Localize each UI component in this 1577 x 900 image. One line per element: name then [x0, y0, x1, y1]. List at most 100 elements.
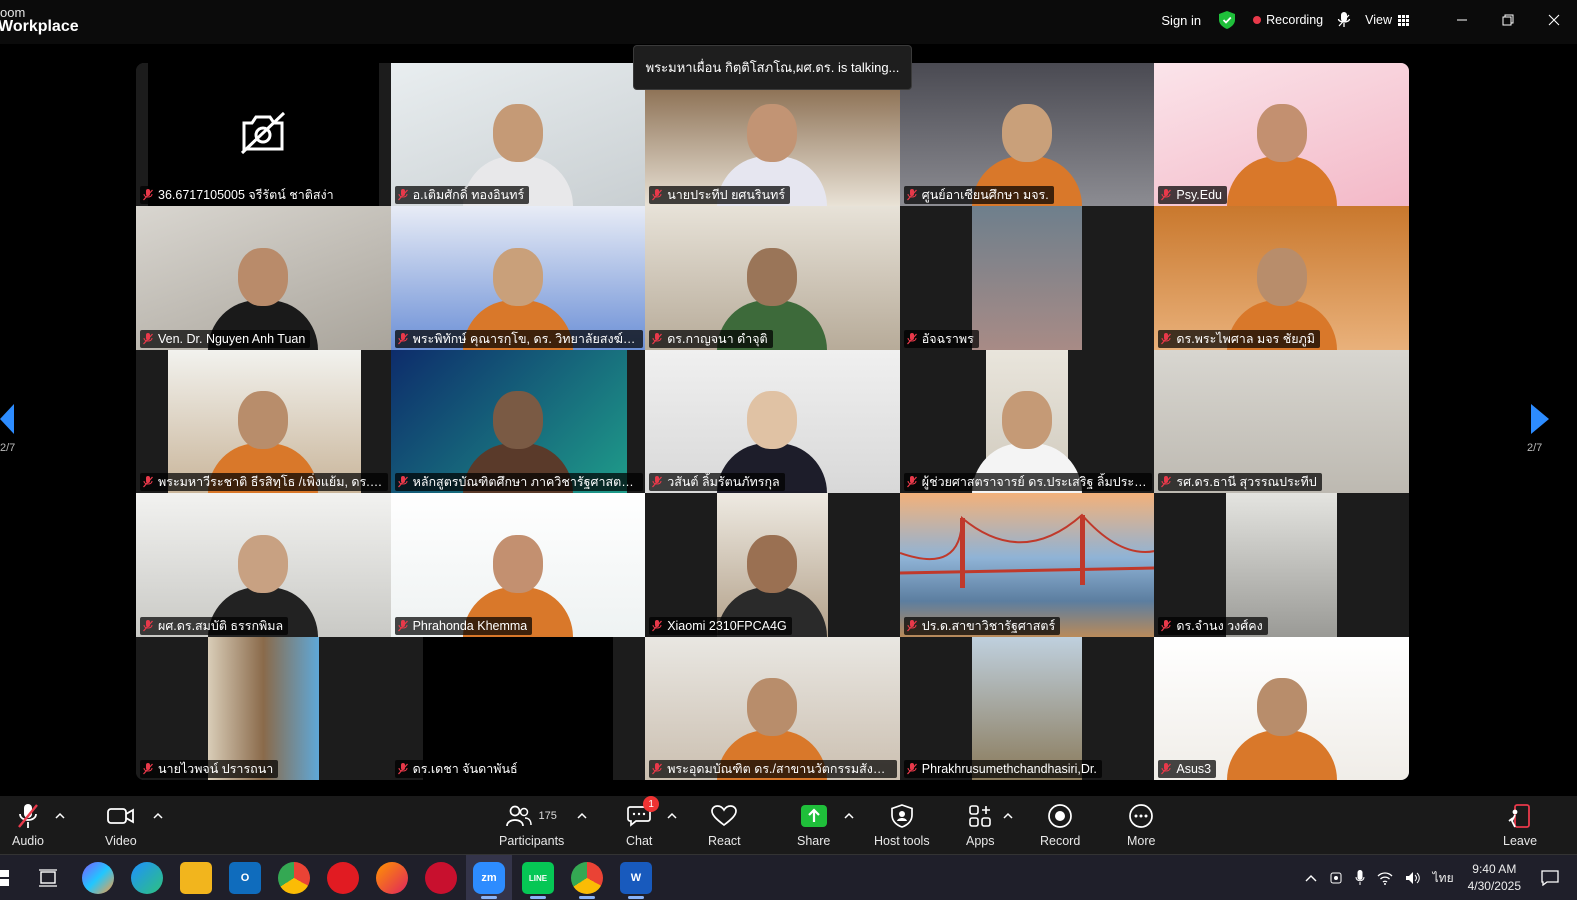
heart-icon: [711, 805, 738, 827]
minimize-icon: [1457, 19, 1467, 21]
participant-tile[interactable]: ผู้ช่วยศาสตราจารย์ ดร.ประเสริฐ ลิ้มประเส…: [899, 349, 1155, 494]
muted-mic-icon: [1161, 762, 1172, 775]
video-button[interactable]: Video: [105, 802, 137, 848]
audio-options-chevron-icon[interactable]: [55, 812, 65, 820]
participant-tile[interactable]: พระพิทักษ์ คุณารกฺโข, ดร. วิทยาลัยสงฆ์ลำ…: [390, 206, 646, 350]
participant-tile[interactable]: ดร.พระไพศาล มจร ชัยภูมิ: [1154, 206, 1409, 350]
apps-options-chevron-icon[interactable]: [1003, 812, 1013, 820]
participant-tile[interactable]: ผศ.ดร.สมบัติ ธรรกพิมล: [136, 493, 391, 637]
input-language[interactable]: ไทย: [1433, 869, 1454, 888]
taskbar-clock[interactable]: 9:40 AM 4/30/2025: [1468, 861, 1521, 895]
copilot-app-icon[interactable]: [82, 862, 114, 894]
minimize-button[interactable]: [1439, 0, 1485, 40]
participant-tile[interactable]: Phrahonda Khemma: [390, 493, 646, 637]
participant-tile[interactable]: วสันต์ ลิ้มรัตนภัทรกุล: [645, 349, 900, 494]
next-page-button[interactable]: 2/7: [1527, 404, 1557, 464]
zoom-taskbar-icon[interactable]: zm: [473, 862, 505, 899]
host-tools-button[interactable]: Host tools: [874, 802, 930, 848]
close-window-button[interactable]: [1531, 0, 1577, 40]
previous-page-button[interactable]: 2/7: [0, 404, 30, 464]
chrome-profile-icon[interactable]: [571, 862, 603, 899]
host-tools-label: Host tools: [874, 834, 930, 848]
sign-in-link[interactable]: Sign in: [1161, 13, 1201, 28]
participant-name: พระมหาวีระชาติ ธีรสิทฺโธ /เพิ่งแย้ม, ดร.…: [158, 475, 383, 490]
more-dots-icon: [1129, 804, 1154, 828]
share-options-chevron-icon[interactable]: [844, 812, 854, 820]
muted-mic-icon: [1161, 476, 1172, 488]
record-button[interactable]: Record: [1040, 802, 1080, 848]
file-explorer-icon[interactable]: [180, 862, 212, 894]
participant-tile[interactable]: พระอุดมบัณฑิต ดร./สาขานวัตกรรมสังคมและ..…: [645, 636, 900, 780]
bridge-background-image: [899, 513, 1155, 589]
participant-tile[interactable]: Psy.Edu: [1154, 63, 1409, 207]
participant-name-label: วสันต์ ลิ้มรัตนภัทรกุล: [649, 473, 785, 492]
participant-tile[interactable]: Ven. Dr. Nguyen Anh Tuan: [136, 206, 391, 350]
network-icon[interactable]: [1377, 871, 1393, 885]
windows-start-icon[interactable]: [0, 870, 10, 886]
firefox-browser-icon[interactable]: [376, 862, 408, 894]
participant-tile[interactable]: รศ.ดร.ธานี สุวรรณประทีป: [1154, 349, 1409, 494]
participant-tile[interactable]: Asus3: [1154, 636, 1409, 780]
more-button[interactable]: More: [1127, 802, 1155, 848]
muted-mic-icon: [143, 189, 153, 201]
participant-tile[interactable]: ศูนย์อาเซียนศึกษา มจร.: [899, 63, 1155, 207]
microphone-icon[interactable]: [1337, 12, 1351, 28]
participant-name-label: พระพิทักษ์ คุณารกฺโข, ดร. วิทยาลัยสงฆ์ลำ…: [394, 329, 643, 348]
participant-tile[interactable]: นายไวพจน์ ปรารถนา: [136, 636, 391, 780]
notification-icon[interactable]: [1541, 870, 1559, 886]
participant-tile[interactable]: ดร.กาญจนา ดำจุติ: [645, 206, 900, 350]
participant-name-label: Asus3: [1158, 759, 1217, 778]
apps-button[interactable]: Apps: [966, 802, 995, 848]
view-label: View: [1365, 13, 1392, 27]
participant-name-label: ดร.พระไพศาล มจร ชัยภูมิ: [1158, 329, 1320, 348]
participant-tile[interactable]: Phrakhrusumethchandhasiri,Dr.: [899, 636, 1155, 780]
participants-options-chevron-icon[interactable]: [577, 812, 587, 820]
edge-browser-icon[interactable]: [131, 862, 163, 894]
participants-button[interactable]: 175 Participants: [499, 802, 564, 848]
word-app-icon[interactable]: W: [620, 862, 652, 899]
participant-name: Asus3: [1176, 761, 1212, 776]
outlook-letter: O: [240, 872, 250, 884]
chat-button[interactable]: 1 Chat: [626, 796, 660, 848]
participant-tile[interactable]: หลักสูตรบัณฑิตศึกษา ภาควิชารัฐศาสตร์ คณะ…: [390, 349, 646, 494]
participant-name: นายไวพจน์ ปรารถนา: [158, 761, 274, 776]
share-button[interactable]: Share: [797, 802, 830, 848]
muted-mic-icon: [397, 762, 408, 775]
participant-name-label: Phrahonda Khemma: [394, 616, 533, 635]
outlook-app-icon[interactable]: O: [229, 862, 261, 894]
meet-now-icon[interactable]: [1329, 871, 1343, 885]
participant-tile[interactable]: ดร.จำนง วงศ์คง: [1154, 493, 1409, 637]
tray-microphone-icon[interactable]: [1355, 870, 1365, 886]
task-view-icon[interactable]: [38, 868, 58, 888]
participant-name: พระพิทักษ์ คุณารกฺโข, ดร. วิทยาลัยสงฆ์ลำ…: [412, 331, 638, 346]
video-options-chevron-icon[interactable]: [153, 812, 163, 820]
participant-tile[interactable]: Xiaomi 2310FPCA4G: [645, 493, 900, 637]
leave-button[interactable]: Leave: [1503, 802, 1537, 848]
participant-name: Phrahonda Khemma: [412, 618, 528, 633]
recording-dot-icon: [1253, 16, 1262, 24]
security-shield-icon[interactable]: [1219, 11, 1236, 29]
chat-options-chevron-icon[interactable]: [667, 812, 677, 820]
recording-indicator[interactable]: Recording: [1253, 13, 1323, 27]
opera-browser-icon[interactable]: [327, 862, 359, 894]
participant-tile[interactable]: 36.6717105005 จรีรัตน์ ชาติสง่า: [136, 63, 391, 207]
shield-icon: [890, 804, 913, 828]
participant-tile[interactable]: อ.เติมศักดิ์ ทองอินทร์: [390, 63, 646, 207]
app-logo: oom Workplace: [0, 6, 79, 35]
participant-name: รศ.ดร.ธานี สุวรรณประทีป: [1176, 475, 1317, 490]
participant-tile[interactable]: ดร.เดชา จันดาพันธ์: [390, 636, 646, 780]
participant-tile[interactable]: ปร.ด.สาขาวิชารัฐศาสตร์: [899, 493, 1155, 637]
audio-button[interactable]: Audio: [12, 802, 44, 848]
line-app-icon[interactable]: LINE: [522, 862, 554, 899]
participants-icon: [506, 805, 533, 827]
view-button[interactable]: View: [1365, 13, 1409, 27]
participant-tile[interactable]: อัจฉราพร: [899, 206, 1155, 350]
tray-overflow-chevron-icon[interactable]: [1305, 874, 1317, 882]
app-launcher-icon[interactable]: [425, 862, 457, 894]
chrome-browser-icon[interactable]: [278, 862, 310, 894]
react-button[interactable]: React: [708, 802, 741, 848]
volume-icon[interactable]: [1405, 871, 1421, 885]
chevron-right-icon: [1531, 404, 1549, 434]
participant-tile[interactable]: พระมหาวีระชาติ ธีรสิทฺโธ /เพิ่งแย้ม, ดร.…: [136, 349, 391, 494]
restore-button[interactable]: [1485, 0, 1531, 40]
